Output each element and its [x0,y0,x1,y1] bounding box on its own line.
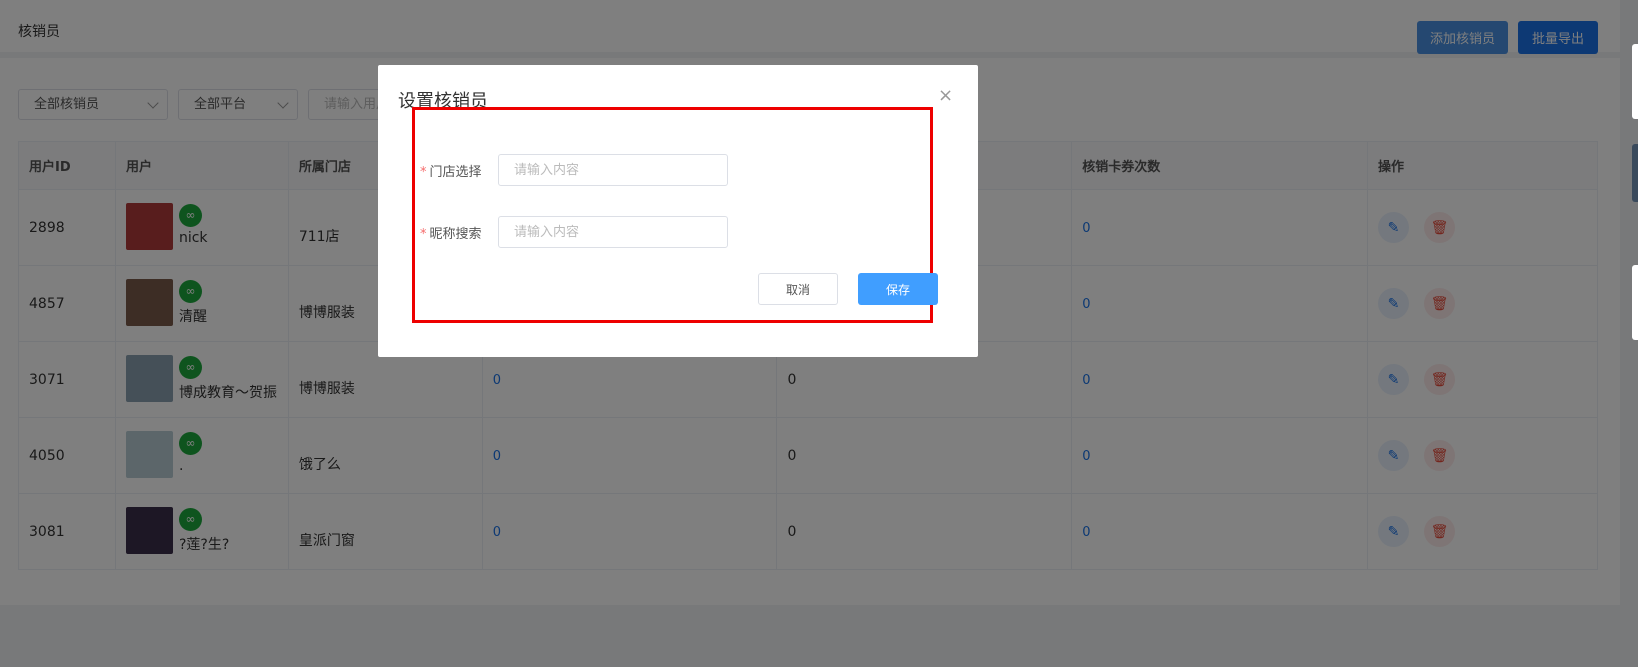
side-tab[interactable] [1632,265,1638,340]
store-label-text: 门店选择 [429,165,482,180]
nickname-label-text: 昵称搜索 [429,227,482,242]
set-verifier-dialog: 设置核销员 × *门店选择 *昵称搜索 取消 保存 [378,65,978,357]
highlight-box [412,107,933,323]
cancel-button[interactable]: 取消 [758,273,838,305]
store-input[interactable] [498,154,728,186]
close-icon[interactable]: × [938,85,953,106]
side-tab[interactable] [1632,144,1638,202]
required-mark: * [420,227,427,242]
save-button[interactable]: 保存 [858,273,938,305]
nickname-label: * 昵称搜索 [420,223,482,242]
store-label: * 门店选择 [420,161,482,180]
nickname-input[interactable] [498,216,728,248]
required-mark: * [420,165,427,180]
side-tab[interactable] [1632,44,1638,119]
